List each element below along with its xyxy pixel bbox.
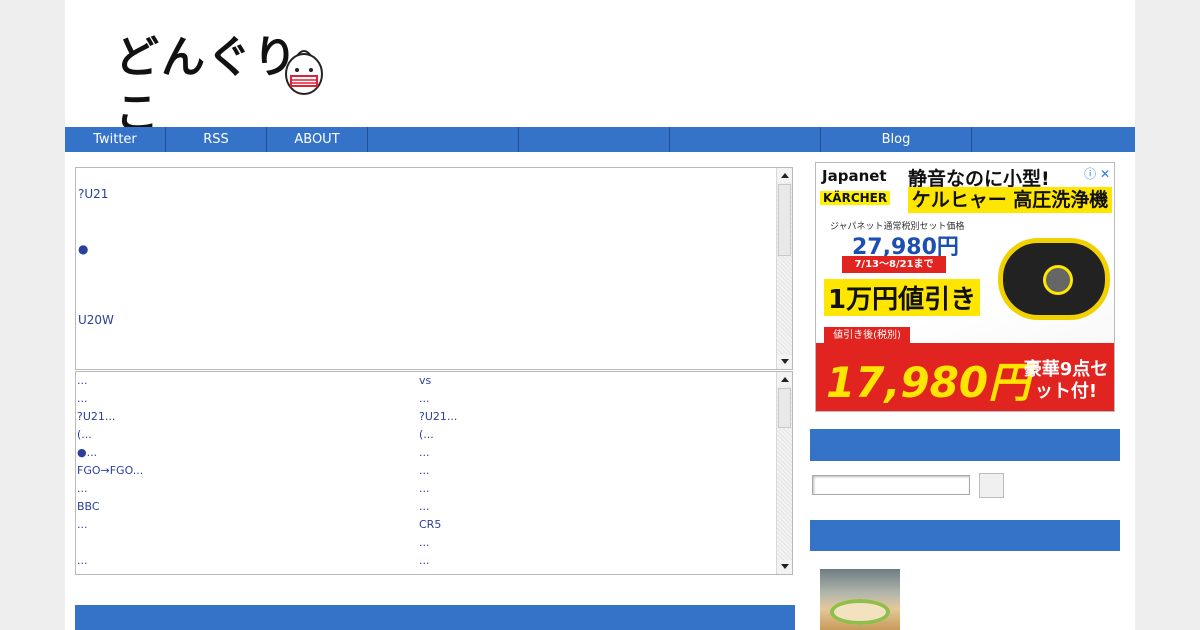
ad-close-icon[interactable]: ⓘ ✕ bbox=[1084, 165, 1110, 182]
main-nav: Twitter RSS ABOUT Blog bbox=[65, 127, 1135, 152]
site-header: どんぐりこ bbox=[65, 0, 1135, 139]
ad-discount: 1万円値引き bbox=[824, 279, 981, 316]
list-item[interactable]: vs bbox=[419, 372, 457, 390]
list-item[interactable]: ●... bbox=[77, 444, 143, 462]
list-item[interactable]: (... bbox=[77, 426, 143, 444]
list-item[interactable]: BBC bbox=[77, 498, 143, 516]
list-item[interactable]: ?U21... bbox=[419, 408, 457, 426]
scroll-up-icon[interactable] bbox=[777, 372, 792, 386]
news-line[interactable]: U20W bbox=[78, 313, 114, 327]
list-item[interactable]: FGO→FGO... bbox=[77, 462, 143, 480]
scroll-thumb[interactable] bbox=[778, 388, 791, 428]
nav-item-5[interactable] bbox=[519, 127, 670, 152]
pressure-washer-icon bbox=[998, 238, 1110, 320]
list-item[interactable]: ... bbox=[77, 516, 143, 534]
list-item[interactable]: ... bbox=[77, 552, 143, 570]
mascot-icon bbox=[285, 50, 323, 95]
ad-sale-price: 17,980円 bbox=[826, 358, 1031, 407]
list-item[interactable]: ?U21... bbox=[77, 408, 143, 426]
article-thumbnail[interactable] bbox=[820, 569, 900, 630]
search-button[interactable] bbox=[979, 473, 1004, 498]
list-item[interactable]: ... bbox=[419, 552, 457, 570]
page-container: どんぐりこ Twitter RSS ABOUT Blog ?U21 ● U20W bbox=[65, 0, 1135, 630]
list-item[interactable]: CR5 bbox=[419, 516, 457, 534]
nav-about[interactable]: ABOUT bbox=[267, 127, 368, 152]
section-header-bar bbox=[75, 605, 795, 630]
ad-period: 7/13〜8/21まで bbox=[842, 256, 946, 273]
news-frame-top[interactable]: ?U21 ● U20W bbox=[75, 167, 793, 370]
news-line[interactable]: ?U21 bbox=[78, 187, 108, 201]
scrollbar[interactable] bbox=[776, 168, 792, 369]
scroll-down-icon[interactable] bbox=[777, 355, 792, 369]
sidebar-header-bar bbox=[810, 429, 1120, 461]
sidebar-header-bar bbox=[810, 520, 1120, 551]
ad-bonus: 豪華9点セット付! bbox=[1023, 359, 1109, 402]
nav-rss[interactable]: RSS bbox=[166, 127, 267, 152]
news-frame-list[interactable]: ... ... ?U21... (... ●... FGO→FGO... ...… bbox=[75, 371, 793, 575]
list-item[interactable] bbox=[77, 534, 143, 552]
scrollbar[interactable] bbox=[776, 372, 792, 574]
nav-blog[interactable]: Blog bbox=[821, 127, 972, 152]
nav-item-6[interactable] bbox=[670, 127, 821, 152]
list-item[interactable]: ... bbox=[419, 498, 457, 516]
list-item[interactable]: ... bbox=[77, 390, 143, 408]
ad-brand: Japanet bbox=[822, 167, 887, 185]
list-item[interactable]: ... bbox=[77, 480, 143, 498]
list-item[interactable]: ... bbox=[419, 462, 457, 480]
ad-banner[interactable]: Japanet KÄRCHER 静音なのに小型! ケルヒャー 高圧洗浄機 ジャパ… bbox=[815, 162, 1115, 412]
nav-item-8[interactable] bbox=[972, 127, 1135, 152]
search-input[interactable] bbox=[812, 475, 970, 495]
list-item[interactable]: ... bbox=[419, 480, 457, 498]
list-item[interactable]: ... bbox=[419, 534, 457, 552]
scroll-thumb[interactable] bbox=[778, 184, 791, 256]
nav-twitter[interactable]: Twitter bbox=[65, 127, 166, 152]
list-item[interactable]: ... bbox=[419, 444, 457, 462]
site-logo[interactable]: どんぐりこ bbox=[115, 28, 327, 139]
news-list-col-b: vs ... ?U21... (... ... ... ... ... CR5 … bbox=[419, 372, 457, 570]
nav-item-4[interactable] bbox=[368, 127, 519, 152]
list-item[interactable]: ... bbox=[419, 390, 457, 408]
ad-partner: KÄRCHER bbox=[820, 191, 891, 205]
ad-after-label: 値引き後(税別) bbox=[824, 327, 910, 344]
list-item[interactable]: (... bbox=[419, 426, 457, 444]
news-line[interactable]: ● bbox=[78, 242, 88, 256]
list-item[interactable]: ... bbox=[77, 372, 143, 390]
ad-subheadline: ケルヒャー 高圧洗浄機 bbox=[908, 187, 1112, 213]
scroll-up-icon[interactable] bbox=[777, 168, 792, 182]
news-list-col-a: ... ... ?U21... (... ●... FGO→FGO... ...… bbox=[77, 372, 143, 570]
scroll-down-icon[interactable] bbox=[777, 560, 792, 574]
